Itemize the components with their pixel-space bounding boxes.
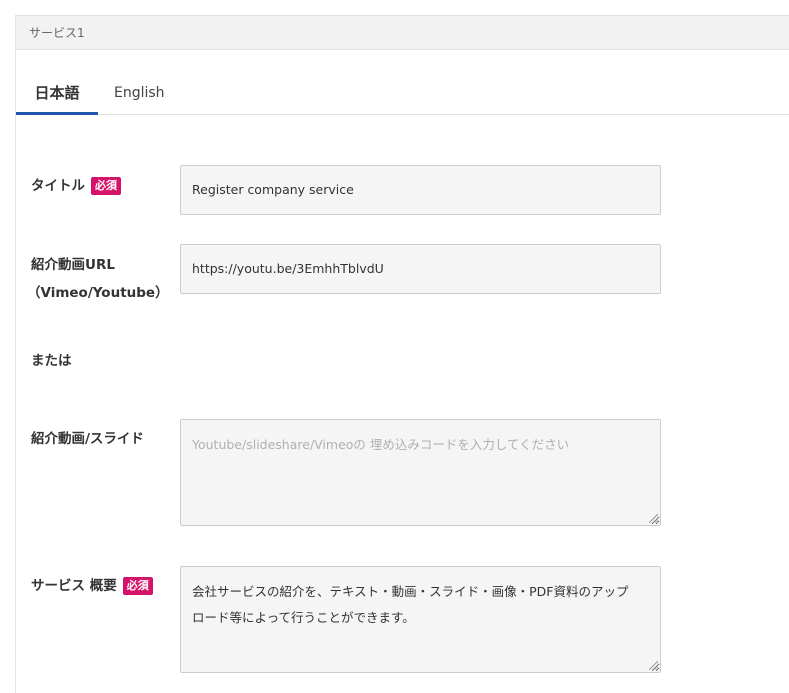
title-label: タイトル 必須: [31, 172, 121, 200]
or-label: または: [31, 353, 72, 369]
panel-header: サービス1: [16, 16, 789, 50]
embed-placeholder: Youtube/slideshare/Vimeoの 埋め込みコードを入力してくだ…: [192, 437, 570, 452]
embed-label: 紹介動画/スライド: [31, 431, 144, 447]
embed-textarea[interactable]: Youtube/slideshare/Vimeoの 埋め込みコードを入力してくだ…: [180, 419, 661, 526]
title-label-text: タイトル: [31, 178, 85, 194]
title-input[interactable]: Register company service: [180, 165, 661, 215]
resize-grip-icon[interactable]: [649, 661, 658, 670]
video-url-label-line1: 紹介動画URL: [31, 257, 115, 273]
language-tabs: 日本語 English: [16, 78, 789, 115]
required-badge: 必須: [122, 577, 153, 595]
video-url-label-line2: （Vimeo/Youtube）: [27, 285, 169, 301]
tab-english[interactable]: English: [114, 78, 165, 115]
video-url-input[interactable]: https://youtu.be/3EmhhTblvdU: [180, 244, 661, 294]
overview-textarea[interactable]: 会社サービスの紹介を、テキスト・動画・スライド・画像・PDF資料のアップ ロード…: [180, 566, 661, 673]
video-url-label: 紹介動画URL （Vimeo/Youtube）: [27, 251, 169, 307]
resize-grip-icon[interactable]: [649, 514, 658, 523]
service-panel: サービス1 日本語 English タイトル 必須 Register compan…: [15, 15, 789, 693]
overview-label: サービス 概要 必須: [31, 572, 153, 600]
tab-japanese[interactable]: 日本語: [16, 78, 98, 115]
overview-text-line1: 会社サービスの紹介を、テキスト・動画・スライド・画像・PDF資料のアップ: [192, 584, 629, 599]
overview-text-line2: ロード等によって行うことができます。: [192, 610, 415, 625]
required-badge: 必須: [91, 177, 121, 195]
overview-label-text: サービス 概要: [31, 578, 117, 594]
